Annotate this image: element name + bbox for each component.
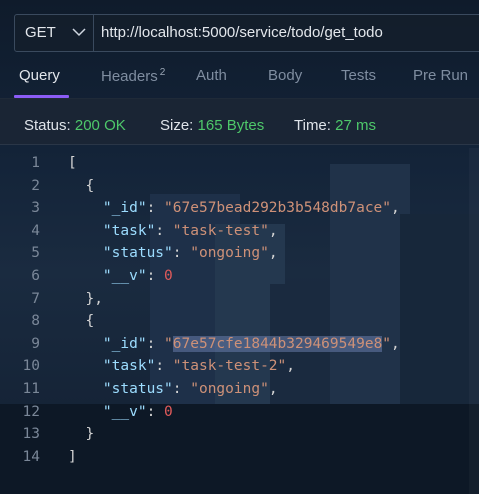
code-text: ] [68,448,77,465]
method-select[interactable]: GET [15,15,94,51]
code-line: 8 { [0,310,479,333]
tab-headers-badge: 2 [159,67,166,78]
code-line: 6 "__v": 0 [0,265,479,288]
code-text: [ [68,155,77,171]
url-input[interactable]: http://localhost:5000/service/todo/get_t… [101,24,383,41]
code-text: "status": "ongoing", [102,381,278,397]
line-number: 3 [31,200,40,217]
editor-scrollbar[interactable] [469,148,479,494]
line-number: 5 [31,245,40,262]
code-text: }, [68,290,103,307]
code-line: 1[ [0,152,479,175]
status-value: 200 OK [74,117,126,134]
line-number: 1 [31,155,40,171]
time-value: 27 ms [335,117,376,134]
size-value: 165 Bytes [197,117,265,134]
url-bar: GET http://localhost:5000/service/todo/g… [14,14,479,52]
code-text: } [68,426,95,443]
tab-auth[interactable]: Auth [196,67,227,84]
line-number: 14 [22,448,40,465]
code-text: { [68,313,95,330]
code-text: "__v": 0 [102,268,173,284]
tab-body[interactable]: Body [268,67,302,84]
code-line: 3 "_id": "67e57bead292b3b548db7ace", [0,197,479,220]
code-text: "_id": "67e57cfe1844b329469549e8", [102,335,400,352]
code-line: 2 { [0,175,479,198]
code-line: 12 "__v": 0 [0,401,479,424]
code-line: 5 "status": "ongoing", [0,242,479,265]
method-label: GET [25,24,56,41]
size-stat: Size: 165 Bytes [160,117,264,134]
line-number: 9 [31,335,40,352]
code-text: "task": "task-test-2", [102,358,296,375]
line-number: 4 [31,222,40,239]
tab-pre-run[interactable]: Pre Run [413,67,468,84]
code-line: 14] [0,446,479,469]
chevron-down-icon [72,28,86,37]
line-number: 13 [22,426,40,443]
request-tabs: Query Headers 2 Auth Body Tests Pre Run [0,66,479,99]
tab-headers[interactable]: Headers 2 [101,67,165,85]
code-line: 11 "status": "ongoing", [0,378,479,401]
status-label: Status: [24,117,71,134]
line-number: 8 [31,313,40,330]
code-line: 9 "_id": "67e57cfe1844b329469549e8", [0,333,479,356]
response-body-editor[interactable]: 1[2 {3 "_id": "67e57bead292b3b548db7ace"… [0,148,479,494]
line-number: 12 [22,403,40,420]
response-status-bar: Status: 200 OK Size: 165 Bytes Time: 27 … [0,98,479,145]
code-line: 13 } [0,423,479,446]
line-number: 10 [22,358,40,375]
tab-query[interactable]: Query [19,67,60,84]
status-stat: Status: 200 OK [24,117,126,134]
tab-tests[interactable]: Tests [341,67,376,84]
code-line: 7 }, [0,288,479,311]
size-label: Size: [160,117,194,134]
time-label: Time: [294,117,331,134]
code-line: 10 "task": "task-test-2", [0,355,479,378]
line-number: 6 [31,268,40,284]
line-number: 11 [22,381,40,397]
tab-headers-label: Headers [101,68,158,85]
code-text: "_id": "67e57bead292b3b548db7ace", [102,200,400,217]
code-text: "task": "task-test", [102,222,278,239]
code-text: "status": "ongoing", [102,245,278,262]
time-stat: Time: 27 ms [294,117,376,134]
line-number: 2 [31,177,40,194]
line-number: 7 [31,290,40,307]
code-text: "__v": 0 [102,403,173,420]
code-text: { [68,177,95,194]
code-line: 4 "task": "task-test", [0,220,479,243]
